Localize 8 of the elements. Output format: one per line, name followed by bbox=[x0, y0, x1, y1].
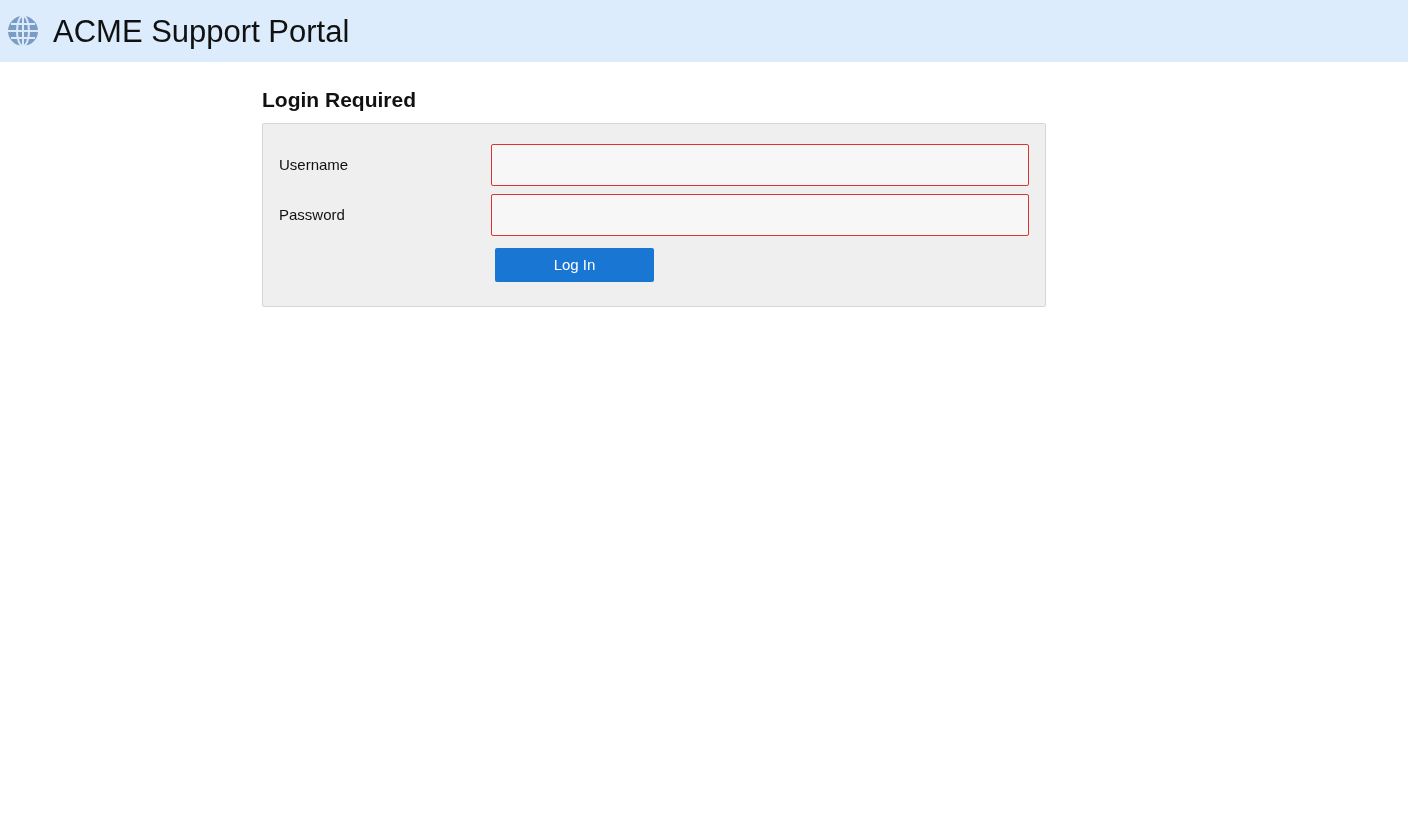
field-label: Username bbox=[279, 154, 350, 175]
portal-title: ACME Support Portal bbox=[53, 15, 350, 47]
login-heading: Login Required bbox=[262, 87, 417, 113]
field-label: Password bbox=[279, 204, 346, 225]
globe-icon bbox=[7, 15, 39, 47]
login-button[interactable]: Log In bbox=[495, 248, 654, 282]
input-field[interactable] bbox=[491, 144, 1029, 186]
input-field[interactable] bbox=[491, 194, 1029, 236]
